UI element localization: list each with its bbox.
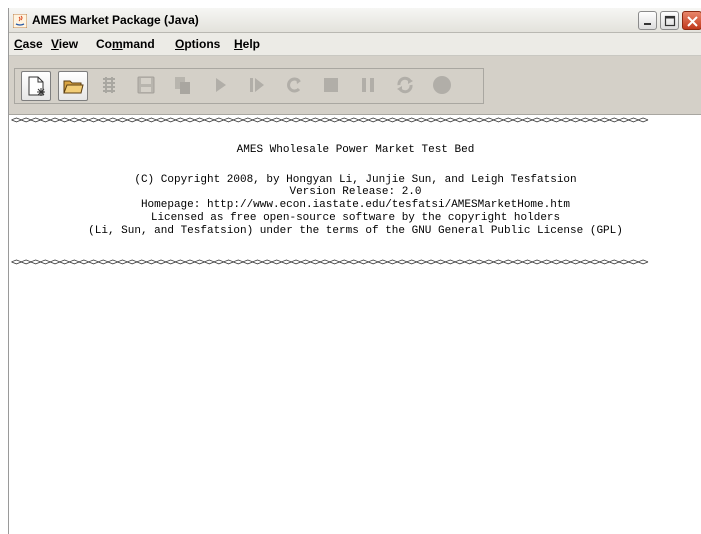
settings-button[interactable] bbox=[95, 71, 125, 101]
separator-bottom: <><><><><><><><><><><><><><><><><><><><>… bbox=[11, 257, 649, 268]
record-button[interactable] bbox=[428, 71, 458, 101]
maximize-button[interactable] bbox=[660, 11, 679, 30]
play-button[interactable] bbox=[206, 71, 236, 101]
minimize-icon bbox=[644, 23, 651, 25]
stop-icon bbox=[324, 78, 338, 92]
banner-version: Version Release: 2.0 bbox=[289, 186, 422, 198]
stop-button[interactable] bbox=[317, 71, 347, 101]
banner-license-1: Licensed as free open-source software by… bbox=[150, 212, 561, 224]
close-icon bbox=[687, 16, 698, 27]
menu-options[interactable]: Options bbox=[175, 37, 220, 51]
close-button[interactable] bbox=[682, 11, 701, 30]
banner-title: AMES Wholesale Power Market Test Bed bbox=[236, 144, 475, 156]
step-icon bbox=[250, 78, 264, 92]
refresh-button[interactable] bbox=[280, 71, 310, 101]
menu-bar: Case View Command Options Help bbox=[9, 33, 701, 56]
banner-homepage: Homepage: http://www.econ.iastate.edu/te… bbox=[140, 199, 571, 211]
banner-copyright: (C) Copyright 2008, by Hongyan Li, Junji… bbox=[134, 174, 577, 186]
menu-case[interactable]: Case bbox=[14, 37, 43, 51]
new-case-button[interactable] bbox=[21, 71, 51, 101]
banner-license-2: (Li, Sun, and Tesfatsion) under the term… bbox=[88, 225, 623, 237]
save-icon bbox=[137, 76, 155, 94]
play-icon bbox=[216, 78, 226, 92]
pause-icon bbox=[362, 78, 374, 92]
maximize-icon bbox=[664, 15, 676, 27]
menu-command[interactable]: Command bbox=[96, 37, 155, 51]
copy-button[interactable] bbox=[169, 71, 199, 101]
pause-button[interactable] bbox=[354, 71, 384, 101]
open-folder-icon bbox=[63, 80, 84, 94]
minimize-button[interactable] bbox=[638, 11, 657, 30]
reset-button[interactable] bbox=[391, 71, 421, 101]
new-case-icon bbox=[28, 76, 45, 96]
menu-help[interactable]: Help bbox=[234, 37, 260, 51]
java-app-icon bbox=[12, 13, 28, 29]
app-window: AMES Market Package (Java) Case View Com… bbox=[8, 8, 701, 534]
toolbar bbox=[9, 56, 701, 115]
save-button[interactable] bbox=[132, 71, 162, 101]
settings-icon bbox=[103, 77, 115, 93]
record-icon bbox=[433, 76, 451, 94]
menu-view[interactable]: View bbox=[51, 37, 78, 51]
console-output[interactable]: <><><><><><><><><><><><><><><><><><><><>… bbox=[9, 115, 701, 534]
step-button[interactable] bbox=[243, 71, 273, 101]
separator-top: <><><><><><><><><><><><><><><><><><><><>… bbox=[11, 115, 649, 126]
open-button[interactable] bbox=[58, 71, 88, 101]
copy-icon bbox=[175, 77, 190, 94]
title-bar[interactable]: AMES Market Package (Java) bbox=[9, 8, 701, 33]
toolbar-button-group bbox=[14, 68, 484, 104]
window-title: AMES Market Package (Java) bbox=[32, 13, 199, 27]
refresh-icon bbox=[287, 77, 301, 93]
reset-icon bbox=[397, 76, 413, 94]
